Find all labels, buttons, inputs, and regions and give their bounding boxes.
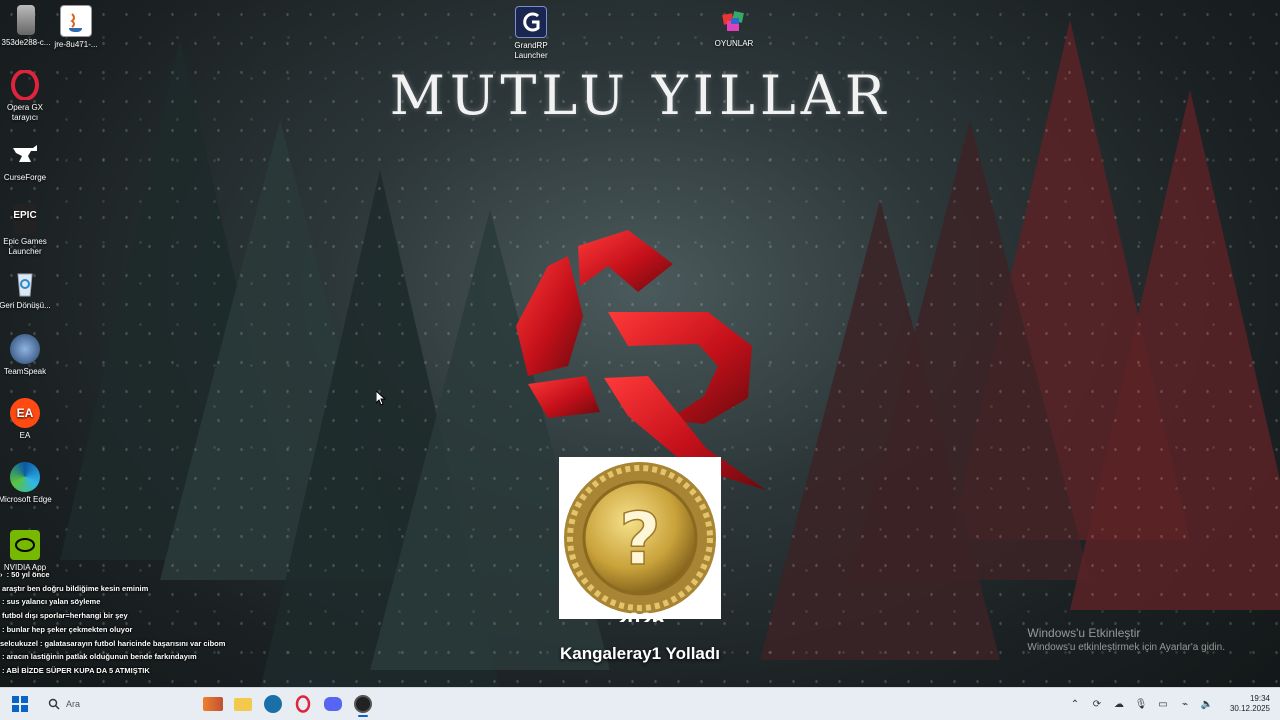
clock-time: 19:34 bbox=[1249, 694, 1270, 703]
taskbar-search[interactable]: Ara bbox=[40, 692, 198, 716]
clock-date: 30.12.2025 bbox=[1229, 704, 1270, 713]
chat-line: : aracın lastiğinin patlak olduğunun ben… bbox=[2, 652, 197, 662]
svg-text:?: ? bbox=[619, 497, 661, 581]
greeting-title: MUTLU YILLAR bbox=[389, 64, 891, 127]
chat-line: selcukuzel: galatasarayın futbol haricin… bbox=[0, 638, 226, 648]
mystery-medal-icon: ? bbox=[564, 462, 716, 614]
desktop-icon-edge[interactable]: Microsoft Edge bbox=[0, 462, 57, 505]
news-widget-icon bbox=[203, 697, 223, 711]
desktop-icon-grandrp[interactable]: GrandRP Launcher bbox=[499, 6, 563, 61]
taskbar-app-news[interactable] bbox=[199, 690, 227, 718]
search-placeholder: Ara bbox=[66, 699, 81, 709]
search-icon bbox=[48, 698, 60, 710]
taskbar-app-discord[interactable] bbox=[319, 690, 347, 718]
obs-icon bbox=[354, 695, 372, 713]
file-icon bbox=[17, 5, 35, 35]
desktop-icon-curseforge[interactable]: CurseForge bbox=[0, 140, 57, 183]
taskbar-app-opera-gx[interactable] bbox=[289, 690, 317, 718]
nvidia-icon bbox=[10, 530, 40, 560]
windows-logo-icon bbox=[12, 696, 28, 712]
sync-icon[interactable]: ⟳ bbox=[1090, 697, 1104, 711]
grandrp-icon bbox=[515, 6, 547, 38]
gr-logo bbox=[516, 230, 766, 490]
taskbar: Ara ⌃ ⟳ ☁ 🎙 ▭ ⌁ 🔈 19:34 30.12.2025 bbox=[0, 687, 1280, 720]
desktop-icon-java-installer[interactable]: jre-8u471-... bbox=[44, 5, 108, 50]
desktop-icon-teamspeak[interactable]: TeamSpeak bbox=[0, 334, 57, 377]
taskbar-app-explorer[interactable] bbox=[229, 690, 257, 718]
desktop-icon-games-folder[interactable]: OYUNLAR bbox=[702, 6, 766, 49]
mouse-cursor-icon bbox=[376, 391, 386, 406]
chat-line: : ABİ BİZDE SÜPER KUPA DA 5 ATMIŞTIK bbox=[2, 665, 150, 675]
chat-line: : sus yalancı yalan söyleme bbox=[2, 597, 101, 607]
start-button[interactable] bbox=[0, 688, 40, 720]
network-icon[interactable]: ⌁ bbox=[1178, 697, 1192, 711]
volume-icon[interactable]: 🔈 bbox=[1200, 697, 1214, 711]
steam-icon bbox=[264, 695, 282, 713]
curseforge-icon bbox=[10, 140, 40, 170]
chat-line: : bunlar hep şeker çekmekten oluyor bbox=[2, 624, 133, 634]
badge-caption: Kangaleray1 Yolladı bbox=[560, 644, 720, 663]
cloud-icon[interactable]: ☁ bbox=[1112, 697, 1126, 711]
medal-card: ? bbox=[559, 457, 721, 619]
folder-icon bbox=[234, 697, 252, 711]
opera-gx-icon bbox=[295, 695, 311, 713]
teamspeak-icon bbox=[10, 334, 40, 364]
taskbar-app-obs[interactable] bbox=[349, 690, 377, 718]
discord-icon bbox=[324, 697, 342, 711]
taskbar-app-steam[interactable] bbox=[259, 690, 287, 718]
microphone-icon[interactable]: 🎙 bbox=[1134, 697, 1148, 711]
activation-watermark: Windows'u Etkinleştir Windows'u etkinleş… bbox=[1027, 626, 1225, 653]
epic-games-icon: EPIC bbox=[13, 204, 37, 234]
chat-line: › : 50 yıl önce bbox=[0, 570, 50, 579]
chevron-up-icon[interactable]: ⌃ bbox=[1068, 697, 1082, 711]
display-icon[interactable]: ▭ bbox=[1156, 697, 1170, 711]
badge-year: 2026 bbox=[615, 608, 665, 622]
games-folder-icon bbox=[719, 6, 749, 36]
java-installer-icon bbox=[60, 5, 92, 37]
desktop-icon-epic-games[interactable]: EPIC Epic Games Launcher bbox=[0, 204, 57, 257]
chat-line: araştır ben doğru bildiğime kesin eminim bbox=[2, 583, 149, 593]
desktop-icon-recycle-bin[interactable]: Geri Dönüşü... bbox=[0, 268, 57, 311]
chat-line: futbol dışı sporlar=herhangi bir şey bbox=[2, 611, 128, 621]
system-tray: ⌃ ⟳ ☁ 🎙 ▭ ⌁ 🔈 19:34 30.12.2025 bbox=[1068, 688, 1280, 720]
desktop-icon-ea[interactable]: EA EA bbox=[0, 398, 57, 441]
ea-icon: EA bbox=[10, 398, 40, 428]
stream-chat: › : 50 yıl önce araştır ben doğru bildiğ… bbox=[0, 568, 260, 678]
clock[interactable]: 19:34 30.12.2025 bbox=[1230, 694, 1270, 714]
desktop-icon-nvidia[interactable]: NVIDIA App bbox=[0, 530, 57, 573]
recycle-bin-icon bbox=[10, 268, 40, 298]
edge-icon bbox=[10, 462, 40, 492]
